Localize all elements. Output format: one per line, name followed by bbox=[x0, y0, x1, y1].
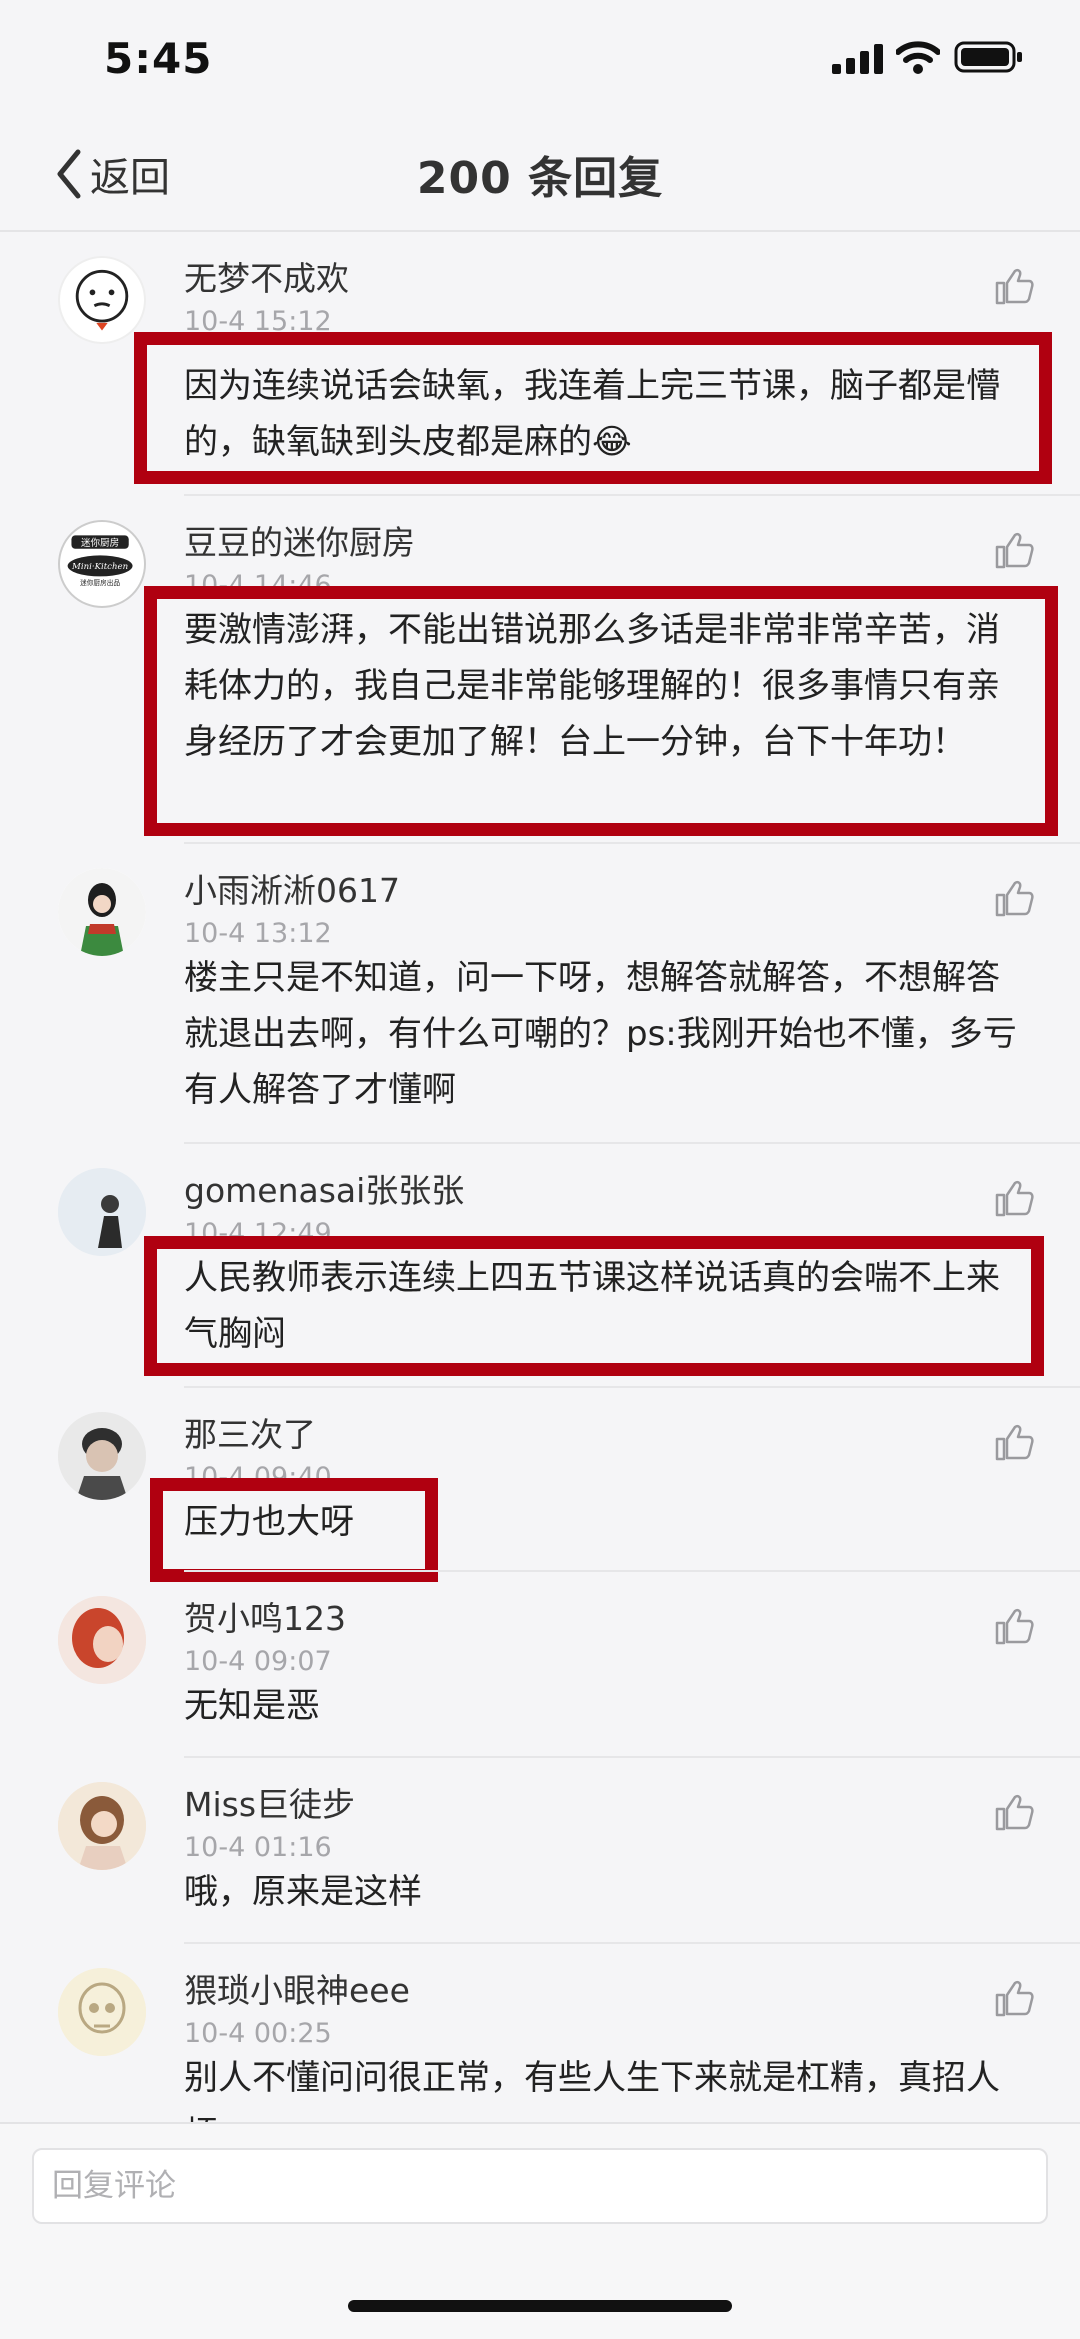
comment-time: 10-4 13:12 bbox=[184, 918, 332, 949]
comment-username[interactable]: 贺小鸣123 bbox=[184, 1592, 346, 1640]
thumbs-up-icon[interactable] bbox=[994, 1978, 1034, 2018]
thumbs-up-icon[interactable] bbox=[994, 266, 1034, 306]
comment-item: 迷你厨房 Mini·Kitchen 迷你厨房出品 豆豆的迷你厨房 10-4 14… bbox=[0, 496, 1080, 844]
avatar[interactable] bbox=[58, 1968, 146, 2056]
person-photo-avatar bbox=[58, 1168, 146, 1256]
girl-illustration-avatar bbox=[58, 868, 146, 956]
skull-sketch-avatar bbox=[58, 1968, 146, 2056]
reply-input[interactable] bbox=[32, 2148, 1048, 2224]
comment-item: 贺小鸣123 10-4 09:07 无知是恶 bbox=[0, 1572, 1080, 1758]
comment-item: 小雨淅淅0617 10-4 13:12 楼主只是不知道，问一下呀，想解答就解答，… bbox=[0, 844, 1080, 1144]
comment-time: 10-4 00:25 bbox=[184, 2018, 332, 2049]
comment-text: 哦，原来是这样 bbox=[184, 1872, 422, 1912]
woman-photo-avatar bbox=[58, 1596, 146, 1684]
comment-time: 10-4 09:07 bbox=[184, 1646, 332, 1677]
avatar[interactable] bbox=[58, 1412, 146, 1500]
highlight-box bbox=[144, 586, 1058, 836]
comment-item: 那三次了 10-4 09:40 压力也大呀 bbox=[0, 1388, 1080, 1582]
status-time: 5:45 bbox=[104, 34, 213, 83]
comment-item: 无梦不成欢 10-4 15:12 因为连续说话会缺氧，我连着上完三节课，脑子都是… bbox=[0, 232, 1080, 496]
avatar[interactable] bbox=[58, 868, 146, 956]
cellular-signal-icon bbox=[832, 44, 883, 74]
navigation-bar: 返回 200 条回复 bbox=[0, 120, 1080, 232]
comment-username[interactable]: 那三次了 bbox=[184, 1408, 316, 1456]
home-indicator[interactable] bbox=[348, 2300, 732, 2312]
avatar[interactable] bbox=[58, 1782, 146, 1870]
page-title: 200 条回复 bbox=[416, 153, 664, 204]
comment-item: Miss巨徒步 10-4 01:16 哦，原来是这样 bbox=[0, 1758, 1080, 1944]
avatar[interactable] bbox=[58, 1168, 146, 1256]
comment-item: gomenasai张张张 10-4 12:49 人民教师表示连续上四五节课这样说… bbox=[0, 1144, 1080, 1388]
highlight-box bbox=[150, 1478, 438, 1582]
cartoon-face-avatar bbox=[75, 269, 129, 331]
comment-username[interactable]: Miss巨徒步 bbox=[184, 1778, 355, 1826]
logo-text: 迷你厨房 bbox=[81, 537, 119, 549]
thumbs-up-icon[interactable] bbox=[994, 1606, 1034, 1646]
comment-username[interactable]: 猥琐小眼神eee bbox=[184, 1964, 410, 2012]
thumbs-up-icon[interactable] bbox=[994, 530, 1034, 570]
logo-subtext: 迷你厨房出品 bbox=[80, 578, 120, 587]
avatar[interactable] bbox=[58, 256, 146, 344]
wifi-icon bbox=[896, 41, 940, 74]
comment-username[interactable]: 小雨淅淅0617 bbox=[184, 864, 400, 912]
thumbs-up-icon[interactable] bbox=[994, 1422, 1034, 1462]
thumbs-up-icon[interactable] bbox=[994, 1178, 1034, 1218]
battery-icon bbox=[954, 41, 1022, 73]
thumbs-up-icon[interactable] bbox=[994, 1792, 1034, 1832]
kitchen-logo-avatar: 迷你厨房 Mini·Kitchen 迷你厨房出品 bbox=[61, 523, 139, 601]
comment-text: 别人不懂问问很正常，有些人生下来就是杠精，真招人烦 bbox=[184, 2058, 1000, 2122]
highlight-box bbox=[134, 332, 1052, 484]
portrait-avatar bbox=[58, 1412, 146, 1500]
comment-username[interactable]: gomenasai张张张 bbox=[184, 1164, 464, 1212]
reply-bar bbox=[0, 2122, 1080, 2339]
highlight-box bbox=[144, 1236, 1044, 1376]
girl-photo-avatar bbox=[58, 1782, 146, 1870]
comment-time: 10-4 01:16 bbox=[184, 1832, 332, 1863]
comment-text: 楼主只是不知道，问一下呀，想解答就解答，不想解答就退出去啊，有什么可嘲的？ps:… bbox=[184, 958, 1017, 1110]
logo-script: Mini·Kitchen bbox=[71, 562, 128, 572]
status-bar: 5:45 bbox=[0, 0, 1080, 120]
comment-item: 猥琐小眼神eee 10-4 00:25 别人不懂问问很正常，有些人生下来就是杠精… bbox=[0, 1944, 1080, 2122]
avatar[interactable] bbox=[58, 1596, 146, 1684]
comment-text: 无知是恶 bbox=[184, 1686, 320, 1726]
comment-username[interactable]: 无梦不成欢 bbox=[184, 252, 349, 300]
comment-username[interactable]: 豆豆的迷你厨房 bbox=[184, 516, 415, 564]
thumbs-up-icon[interactable] bbox=[994, 878, 1034, 918]
avatar[interactable]: 迷你厨房 Mini·Kitchen 迷你厨房出品 bbox=[58, 520, 146, 608]
comment-list[interactable]: 无梦不成欢 10-4 15:12 因为连续说话会缺氧，我连着上完三节课，脑子都是… bbox=[0, 232, 1080, 2122]
